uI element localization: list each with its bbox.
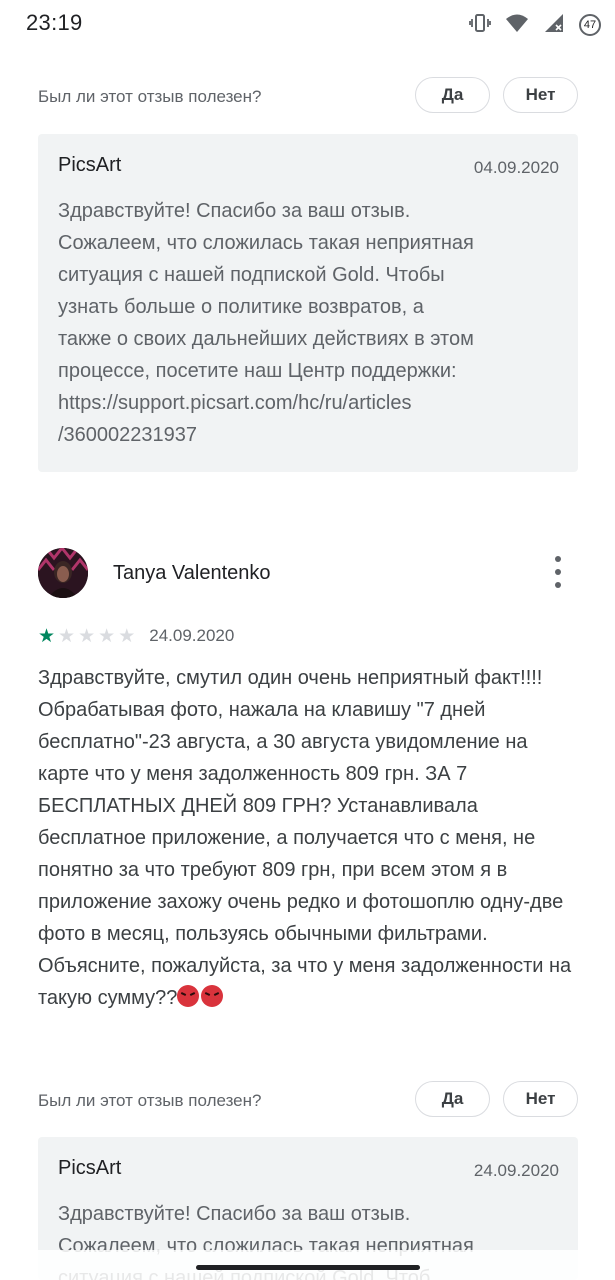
status-icons: 47 [469,12,601,38]
star-rating: ★ ★ ★ ★ ★ [38,627,135,646]
battery-icon: 47 [579,14,601,36]
helpful-no-button[interactable]: Нет [503,77,578,113]
avatar [38,548,88,598]
star-filled-icon: ★ [38,625,56,647]
status-time: 23:19 [26,10,83,35]
signal-icon [543,13,565,38]
helpful-yes-button[interactable]: Да [415,1081,490,1117]
rating-row: ★ ★ ★ ★ ★ 24.09.2020 [38,624,234,648]
star-empty-icon: ★ [78,625,96,647]
helpful-question: Был ли этот отзыв полезен? [38,87,262,106]
helpful-question: Был ли этот отзыв полезен? [38,1091,262,1110]
reply-date: 24.09.2020 [473,1161,559,1180]
helpful-row: Был ли этот отзыв полезен? Да Нет [38,77,578,117]
reply-date: 04.09.2020 [473,158,559,177]
developer-reply: PicsArt 04.09.2020 Здравствуйте! Спасибо… [38,134,578,472]
review-date: 24.09.2020 [149,626,235,645]
helpful-no-button[interactable]: Нет [503,1081,578,1117]
angry-face-emoji [177,985,200,1007]
review-text-block: Здравствуйте, смутил один очень неприятн… [38,662,578,1014]
angry-face-emoji [201,985,224,1007]
status-bar: 23:19 47 [0,0,615,50]
more-options-icon[interactable] [552,556,564,588]
star-empty-icon: ★ [98,625,116,647]
home-gesture-handle[interactable] [196,1265,420,1270]
star-empty-icon: ★ [118,625,136,647]
helpful-row: Был ли этот отзыв полезен? Да Нет [38,1081,578,1121]
helpful-yes-button[interactable]: Да [415,77,490,113]
review-text: Здравствуйте, смутил один очень неприятн… [38,667,572,1009]
star-empty-icon: ★ [58,625,76,647]
vibrate-icon [469,13,491,38]
navigation-bar [0,1250,615,1280]
review-header: Tanya Valentenko [38,548,578,600]
reviewer-name: Tanya Valentenko [113,562,271,584]
wifi-icon [505,13,529,38]
reply-text: Здравствуйте! Спасибо за ваш отзыв. Сожа… [58,200,474,446]
